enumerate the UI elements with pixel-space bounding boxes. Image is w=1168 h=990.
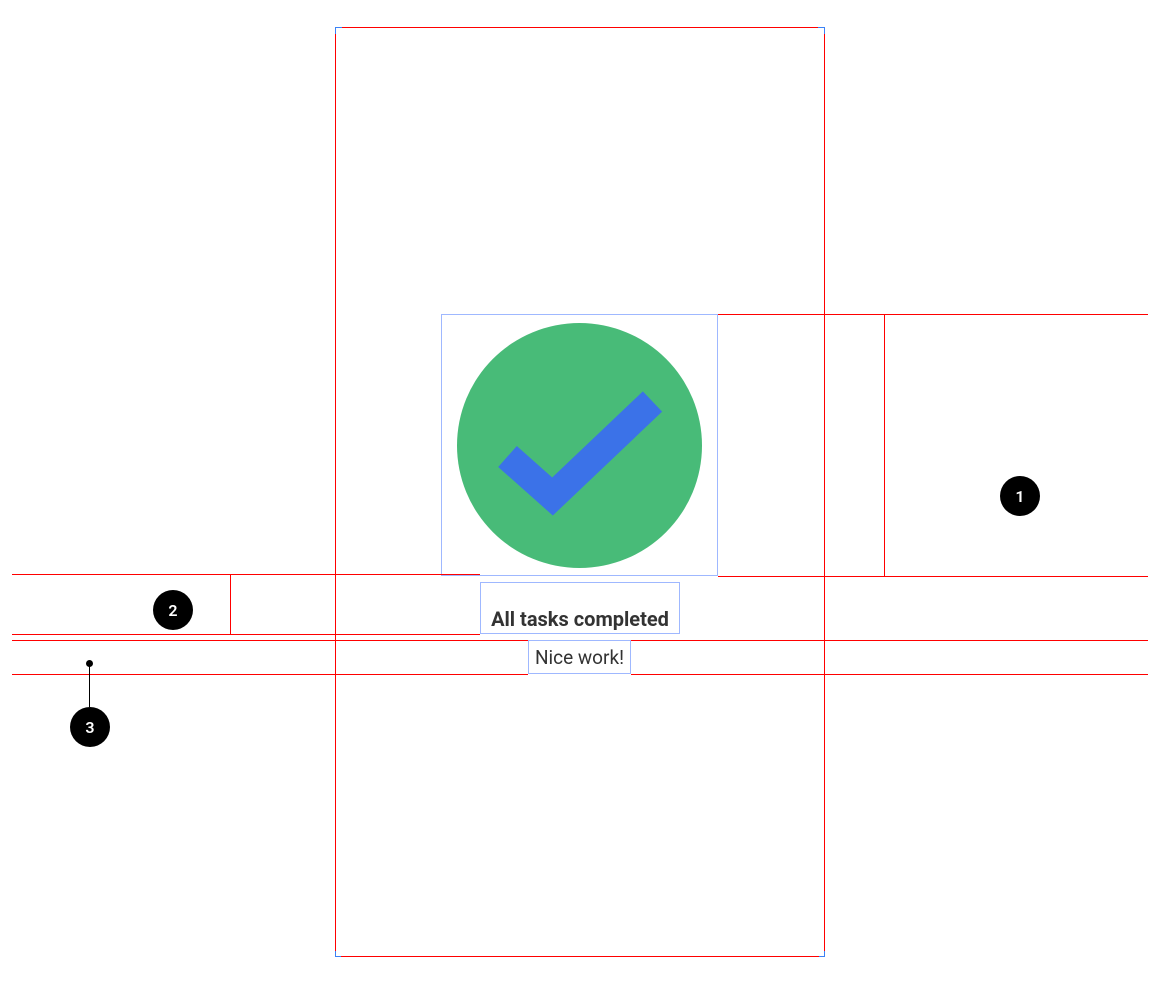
title-text: All tasks completed bbox=[491, 607, 669, 631]
callout-number: 2 bbox=[168, 601, 177, 620]
guide-line bbox=[718, 314, 1148, 315]
guide-line bbox=[718, 576, 1148, 577]
subtitle-frame[interactable]: Nice work! bbox=[528, 640, 631, 674]
guide-line bbox=[12, 634, 480, 635]
callout-number: 1 bbox=[1015, 487, 1024, 506]
subtitle-text: Nice work! bbox=[535, 646, 624, 669]
callout-leader-line bbox=[89, 663, 90, 707]
callout-badge-3: 3 bbox=[70, 707, 110, 747]
callout-number: 3 bbox=[85, 718, 94, 737]
callout-badge-2: 2 bbox=[153, 590, 193, 630]
checkmark-circle-icon bbox=[457, 323, 702, 568]
design-canvas: All tasks completed Nice work! 1 2 3 bbox=[0, 0, 1168, 990]
guide-line bbox=[12, 574, 480, 575]
guide-line bbox=[631, 674, 1148, 675]
title-frame[interactable]: All tasks completed bbox=[480, 582, 680, 634]
guide-line bbox=[230, 574, 231, 634]
guide-line bbox=[884, 314, 885, 576]
checkmark-icon bbox=[492, 387, 667, 517]
callout-badge-1: 1 bbox=[1000, 476, 1040, 516]
guide-line bbox=[631, 640, 1148, 641]
icon-frame[interactable] bbox=[441, 314, 718, 576]
guide-line bbox=[12, 640, 528, 641]
